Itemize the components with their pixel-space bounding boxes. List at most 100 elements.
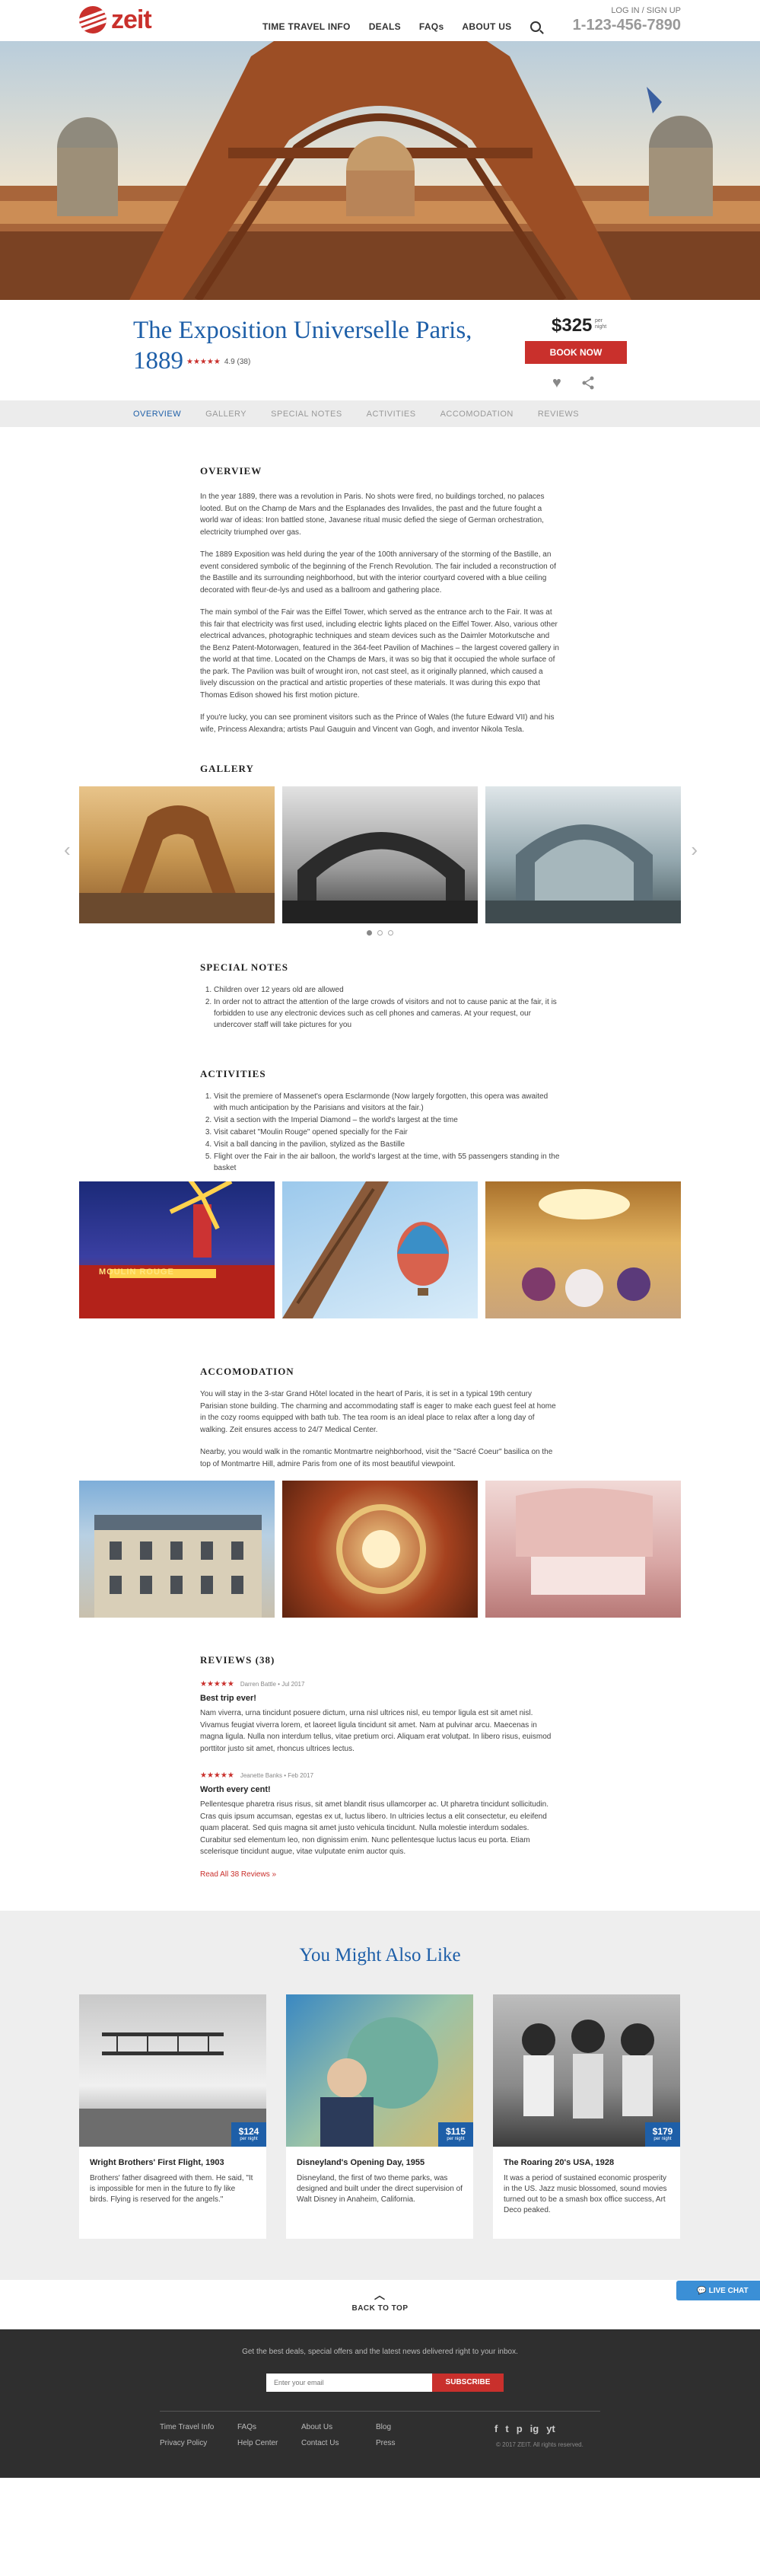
reviews-section: REVIEWS (38) ★★★★★ Darren Battle • Jul 20…: [0, 1618, 760, 1880]
review-stars: ★★★★★: [200, 1771, 234, 1780]
activities-section: ACTIVITIES Visit the premiere of Massene…: [0, 1031, 760, 1174]
heart-icon[interactable]: ♥: [552, 375, 561, 391]
list-item: Children over 12 years old are allowed: [214, 984, 560, 996]
accomodation-photos: [0, 1481, 760, 1618]
list-item: Flight over the Fair in the air balloon,…: [214, 1151, 560, 1174]
back-to-top-label: BACK TO TOP: [351, 2303, 409, 2313]
instagram-icon[interactable]: ig: [530, 2423, 539, 2434]
rating-text: 4.9 (38): [224, 358, 251, 366]
book-now-button[interactable]: BOOK NOW: [525, 341, 627, 364]
also-like-heading: You Might Also Like: [299, 1944, 461, 1965]
gallery-section: GALLERY: [0, 746, 760, 775]
live-chat-button[interactable]: 💬 LIVE CHAT: [676, 2280, 760, 2300]
phone-number: 1-123-456-7890: [572, 17, 681, 33]
back-to-top[interactable]: ︿ BACK TO TOP 💬 LIVE CHAT: [0, 2280, 760, 2329]
related-tour-price: $179 per night: [645, 2122, 680, 2147]
site-header: zeit TIME TRAVEL INFO DEALS FAQs ABOUT U…: [0, 0, 760, 41]
gallery-photo[interactable]: [282, 786, 478, 923]
main-nav: TIME TRAVEL INFO DEALS FAQs ABOUT US: [262, 21, 541, 32]
carousel-dot[interactable]: [367, 930, 372, 936]
logo[interactable]: zeit: [79, 5, 152, 34]
tab-overview[interactable]: OVERVIEW: [133, 410, 181, 419]
related-tour-text: It was a period of sustained economic pr…: [504, 2173, 667, 2214]
review-item: ★★★★★ Jeanette Banks • Feb 2017 Worth eve…: [200, 1771, 560, 1858]
carousel-dot[interactable]: [377, 930, 383, 936]
also-like-section: You Might Also Like $124 per night Wright…: [0, 1910, 760, 2280]
related-tour-card[interactable]: $115 per night Disneyland's Opening Day, …: [286, 1994, 473, 2239]
gallery-photo[interactable]: [79, 786, 275, 923]
tab-gallery[interactable]: GALLERY: [205, 410, 246, 419]
footer-link[interactable]: Contact Us: [301, 2439, 376, 2447]
tour-rating[interactable]: ★★★★★ 4.9 (38): [186, 358, 250, 366]
nav-about-us[interactable]: ABOUT US: [462, 21, 511, 32]
nav-faqs[interactable]: FAQs: [419, 21, 444, 32]
tour-title-bar: The Exposition Universelle Paris, 1889 ★…: [0, 300, 760, 400]
list-item: In order not to attract the attention of…: [214, 996, 560, 1031]
activity-photo[interactable]: [485, 1181, 681, 1318]
tab-reviews[interactable]: REVIEWS: [538, 410, 579, 419]
activities-photos: MOULIN ROUGE: [0, 1181, 760, 1318]
related-tour-card[interactable]: $179 per night The Roaring 20's USA, 1928…: [493, 1994, 680, 2239]
footer-link[interactable]: FAQs: [237, 2423, 301, 2431]
pinterest-icon[interactable]: p: [517, 2423, 523, 2434]
activities-heading: ACTIVITIES: [200, 1068, 266, 1079]
related-tour-price: $124 per night: [231, 2122, 266, 2147]
accomodation-photo[interactable]: [282, 1481, 478, 1618]
carousel-dot[interactable]: [388, 930, 393, 936]
review-author: Jeanette Banks • Feb 2017: [240, 1772, 314, 1779]
accomodation-heading: ACCOMODATION: [200, 1366, 294, 1377]
review-text: Pellentesque pharetra risus risus, sit a…: [200, 1800, 549, 1856]
related-tour-image: $115 per night: [286, 1994, 473, 2147]
footer-link[interactable]: Privacy Policy: [160, 2439, 237, 2447]
site-footer: Get the best deals, special offers and t…: [0, 2329, 760, 2478]
carousel-next-icon[interactable]: ›: [691, 838, 698, 862]
gallery-photo[interactable]: [485, 786, 681, 923]
chevron-up-icon: ︿: [374, 2288, 385, 2301]
related-tour-text: Disneyland, the first of two theme parks…: [297, 2173, 463, 2204]
nav-deals[interactable]: DEALS: [369, 21, 401, 32]
twitter-icon[interactable]: t: [505, 2423, 508, 2434]
login-signup-link[interactable]: LOG IN / SIGN UP: [611, 6, 681, 15]
related-tour-title: The Roaring 20's USA, 1928: [504, 2157, 615, 2167]
review-item: ★★★★★ Darren Battle • Jul 2017 Best trip …: [200, 1680, 560, 1755]
subscribe-button[interactable]: SUBSCRIBE: [432, 2373, 504, 2392]
accomodation-paragraph: You will stay in the 3-star Grand Hôtel …: [200, 1390, 556, 1434]
accomodation-photo[interactable]: [485, 1481, 681, 1618]
gallery-heading: GALLERY: [200, 763, 254, 774]
activity-photo[interactable]: MOULIN ROUGE: [79, 1181, 275, 1318]
list-item: Visit cabaret "Moulin Rouge" opened spec…: [214, 1127, 560, 1138]
newsletter-email-input[interactable]: [266, 2373, 432, 2392]
footer-link[interactable]: Time Travel Info: [160, 2423, 237, 2431]
activity-photo[interactable]: [282, 1181, 478, 1318]
read-all-reviews-link[interactable]: Read All 38 Reviews »: [200, 1870, 276, 1879]
carousel-dots: [0, 930, 760, 936]
carousel-prev-icon[interactable]: ‹: [64, 838, 71, 862]
review-title: Worth every cent!: [200, 1785, 271, 1794]
brand-name: zeit: [111, 5, 152, 34]
related-tour-image: $179 per night: [493, 1994, 680, 2147]
footer-link[interactable]: Blog: [376, 2423, 437, 2431]
overview-paragraph: In the year 1889, there was a revolution…: [200, 493, 545, 537]
special-notes-heading: SPECIAL NOTES: [200, 961, 288, 973]
tab-activities[interactable]: ACTIVITIES: [367, 410, 416, 419]
nav-time-travel-info[interactable]: TIME TRAVEL INFO: [262, 21, 351, 32]
tab-special-notes[interactable]: SPECIAL NOTES: [271, 410, 342, 419]
social-links: f t p ig yt: [494, 2423, 555, 2434]
youtube-icon[interactable]: yt: [546, 2423, 555, 2434]
tab-accomodation[interactable]: ACCOMODATION: [440, 410, 514, 419]
facebook-icon[interactable]: f: [494, 2423, 498, 2434]
search-icon[interactable]: [529, 21, 541, 32]
list-item: Visit the premiere of Massenet's opera E…: [214, 1091, 560, 1114]
footer-link[interactable]: Help Center: [237, 2439, 301, 2447]
related-tour-image: $124 per night: [79, 1994, 266, 2147]
footer-link[interactable]: Press: [376, 2439, 437, 2447]
share-icon[interactable]: [581, 376, 595, 390]
related-tour-title: Wright Brothers' First Flight, 1903: [90, 2157, 224, 2167]
review-text: Nam viverra, urna tincidunt posuere dict…: [200, 1709, 552, 1753]
overview-heading: OVERVIEW: [200, 465, 262, 477]
review-author: Darren Battle • Jul 2017: [240, 1681, 305, 1688]
related-tour-card[interactable]: $124 per night Wright Brothers' First Fli…: [79, 1994, 266, 2239]
overview-section: OVERVIEW In the year 1889, there was a r…: [0, 427, 760, 735]
footer-link[interactable]: About Us: [301, 2423, 376, 2431]
accomodation-photo[interactable]: [79, 1481, 275, 1618]
